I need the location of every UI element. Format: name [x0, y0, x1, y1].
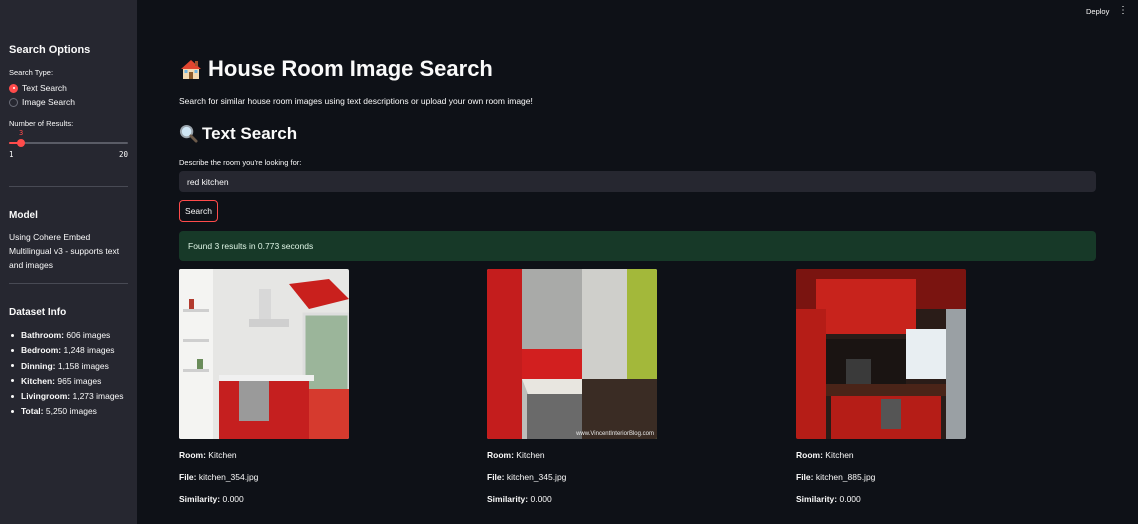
- page-subtitle: Search for similar house room images usi…: [179, 96, 533, 106]
- search-button[interactable]: Search: [179, 200, 218, 222]
- room-value: Kitchen: [516, 450, 545, 460]
- similarity-label: Similarity:: [179, 494, 221, 504]
- dataset-item: Livingroom: 1,273 images: [9, 391, 124, 406]
- dataset-item: Dinning: 1,158 images: [9, 361, 124, 376]
- room-label: Room:: [487, 450, 514, 460]
- result-card: Room: Kitchen File: kitchen_354.jpg Simi…: [179, 269, 479, 504]
- model-text: Using Cohere Embed Multilingual v3 - sup…: [9, 232, 120, 270]
- room-label: Room:: [796, 450, 823, 460]
- kitchen-photo: [487, 269, 657, 439]
- search-input-label: Describe the room you're looking for:: [179, 158, 302, 167]
- dataset-item: Bedroom: 1,248 images: [9, 345, 124, 360]
- result-card: Room: Kitchen File: kitchen_885.jpg Simi…: [796, 269, 1096, 504]
- room-label: Room:: [179, 450, 206, 460]
- radio-label: Image Search: [22, 97, 75, 107]
- num-results-slider[interactable]: [9, 139, 128, 147]
- radio-selected-icon: [9, 83, 18, 93]
- result-image[interactable]: [179, 269, 349, 439]
- radio-label: Text Search: [22, 83, 67, 93]
- result-file: File: kitchen_345.jpg: [487, 472, 566, 482]
- result-file: File: kitchen_885.jpg: [796, 472, 875, 482]
- slider-value: 3: [19, 129, 24, 137]
- room-value: Kitchen: [825, 450, 854, 460]
- search-type-label: Search Type:: [9, 68, 54, 77]
- file-label: File:: [796, 472, 814, 482]
- result-similarity: Similarity: 0.000: [487, 494, 552, 504]
- result-file: File: kitchen_354.jpg: [179, 472, 258, 482]
- result-image[interactable]: www.VincentInteriorBlog.com: [487, 269, 657, 439]
- dataset-name: Kitchen:: [21, 375, 55, 386]
- slider-thumb[interactable]: [17, 139, 25, 147]
- result-room: Room: Kitchen: [179, 450, 237, 460]
- room-value: Kitchen: [208, 450, 237, 460]
- radio-unselected-icon: [9, 97, 18, 107]
- result-room: Room: Kitchen: [796, 450, 854, 460]
- magnifier-icon: [179, 124, 198, 143]
- radio-image-search[interactable]: Image Search: [9, 97, 75, 107]
- dataset-item: Total: 5,250 images: [9, 406, 124, 421]
- result-card: www.VincentInteriorBlog.com Room: Kitche…: [487, 269, 787, 504]
- dataset-count: 1,248 images: [63, 345, 115, 356]
- divider: [9, 283, 128, 284]
- slider-max: 20: [119, 150, 129, 159]
- dataset-name: Bathroom:: [21, 330, 64, 340]
- dataset-item: Kitchen: 965 images: [9, 376, 124, 391]
- dataset-name: Total:: [21, 406, 44, 417]
- dataset-name: Dinning:: [21, 360, 56, 371]
- file-label: File:: [179, 472, 197, 482]
- sidebar-title: Search Options: [9, 44, 91, 56]
- similarity-label: Similarity:: [796, 494, 838, 504]
- result-room: Room: Kitchen: [487, 450, 545, 460]
- dataset-count: 5,250 images: [45, 406, 97, 417]
- dataset-name: Bedroom:: [21, 345, 62, 356]
- house-icon: [181, 60, 201, 79]
- search-input[interactable]: [179, 171, 1096, 192]
- sidebar: Search Options Search Type: Text Search …: [0, 0, 137, 524]
- dataset-count: 606 images: [66, 330, 111, 340]
- dataset-heading: Dataset Info: [9, 307, 67, 318]
- result-image[interactable]: [796, 269, 966, 439]
- similarity-value: 0.000: [530, 494, 552, 504]
- deploy-button[interactable]: Deploy: [1086, 7, 1109, 16]
- file-value: kitchen_345.jpg: [506, 472, 567, 482]
- dataset-list: Bathroom: 606 images Bedroom: 1,248 imag…: [9, 330, 124, 422]
- similarity-label: Similarity:: [487, 494, 529, 504]
- file-value: kitchen_885.jpg: [815, 472, 876, 482]
- watermark: www.VincentInteriorBlog.com: [576, 431, 654, 437]
- dataset-item: Bathroom: 606 images: [9, 330, 124, 345]
- section-title: Text Search: [202, 124, 298, 143]
- result-message: Found 3 results in 0.773 seconds: [179, 231, 1096, 261]
- result-similarity: Similarity: 0.000: [796, 494, 861, 504]
- dataset-count: 965 images: [57, 375, 102, 386]
- dataset-name: Livingroom:: [21, 391, 71, 402]
- num-results-label: Number of Results:: [9, 119, 74, 128]
- similarity-value: 0.000: [222, 494, 244, 504]
- result-similarity: Similarity: 0.000: [179, 494, 244, 504]
- divider: [9, 186, 128, 187]
- similarity-value: 0.000: [839, 494, 861, 504]
- slider-min: 1: [9, 150, 14, 159]
- more-vert-icon[interactable]: ⋮: [1118, 5, 1128, 16]
- page-title: House Room Image Search: [208, 56, 493, 81]
- file-value: kitchen_354.jpg: [198, 472, 259, 482]
- dataset-count: 1,158 images: [57, 360, 109, 371]
- radio-text-search[interactable]: Text Search: [9, 83, 67, 93]
- file-label: File:: [487, 472, 505, 482]
- dataset-count: 1,273 images: [72, 391, 124, 402]
- model-heading: Model: [9, 210, 38, 221]
